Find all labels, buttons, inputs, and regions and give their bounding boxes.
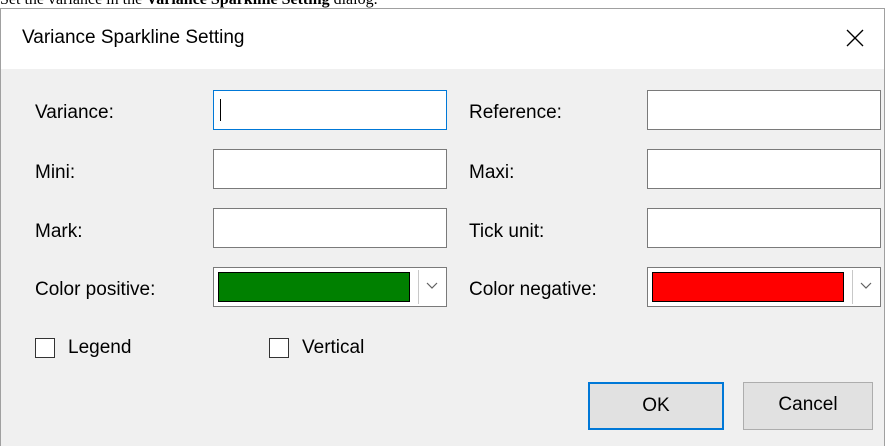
color-positive-label: Color positive:	[35, 279, 156, 300]
legend-checkbox[interactable]	[35, 338, 55, 358]
tick-unit-label: Tick unit:	[469, 221, 545, 242]
close-icon	[846, 29, 864, 47]
mini-label: Mini:	[35, 162, 76, 183]
chevron-down-icon	[426, 282, 438, 289]
mark-input[interactable]	[213, 208, 447, 248]
color-negative-dropdown[interactable]	[647, 267, 881, 307]
legend-label: Legend	[68, 337, 132, 358]
variance-sparkline-dialog: Variance Sparkline Setting Variance: Ref…	[0, 8, 885, 446]
dialog-title: Variance Sparkline Setting	[22, 27, 245, 48]
instruction-bold: Variance Sparkline Setting	[146, 0, 329, 8]
maxi-input[interactable]	[647, 149, 881, 189]
variance-input[interactable]	[213, 90, 447, 130]
mini-input[interactable]	[213, 149, 447, 189]
variance-label: Variance:	[35, 102, 114, 123]
color-negative-label: Color negative:	[469, 279, 597, 300]
vertical-label: Vertical	[302, 337, 365, 358]
cancel-button[interactable]: Cancel	[743, 382, 873, 430]
instruction-suffix: dialog.	[330, 0, 378, 8]
close-button[interactable]	[838, 21, 872, 55]
reference-label: Reference:	[469, 102, 562, 123]
color-positive-swatch	[218, 272, 410, 302]
maxi-label: Maxi:	[469, 162, 515, 183]
color-negative-swatch	[652, 272, 844, 302]
mark-label: Mark:	[35, 221, 83, 242]
reference-input[interactable]	[647, 90, 881, 130]
ok-button[interactable]: OK	[588, 382, 724, 430]
tick-unit-input[interactable]	[647, 208, 881, 248]
instruction-prefix: Set the variance in the	[0, 0, 146, 8]
dialog-body: Variance: Reference: Mini: Maxi: Mark: T…	[1, 69, 884, 446]
color-positive-dropdown[interactable]	[213, 267, 447, 307]
vertical-checkbox[interactable]	[269, 338, 289, 358]
dropdown-arrow[interactable]	[852, 270, 878, 304]
dialog-titlebar: Variance Sparkline Setting	[1, 9, 884, 69]
text-caret	[220, 99, 221, 121]
page: Set the variance in the Variance Sparkli…	[0, 0, 891, 446]
chevron-down-icon	[860, 282, 872, 289]
legend-checkbox-row[interactable]: Legend	[35, 336, 195, 362]
dropdown-arrow[interactable]	[418, 270, 444, 304]
vertical-checkbox-row[interactable]: Vertical	[269, 336, 429, 362]
